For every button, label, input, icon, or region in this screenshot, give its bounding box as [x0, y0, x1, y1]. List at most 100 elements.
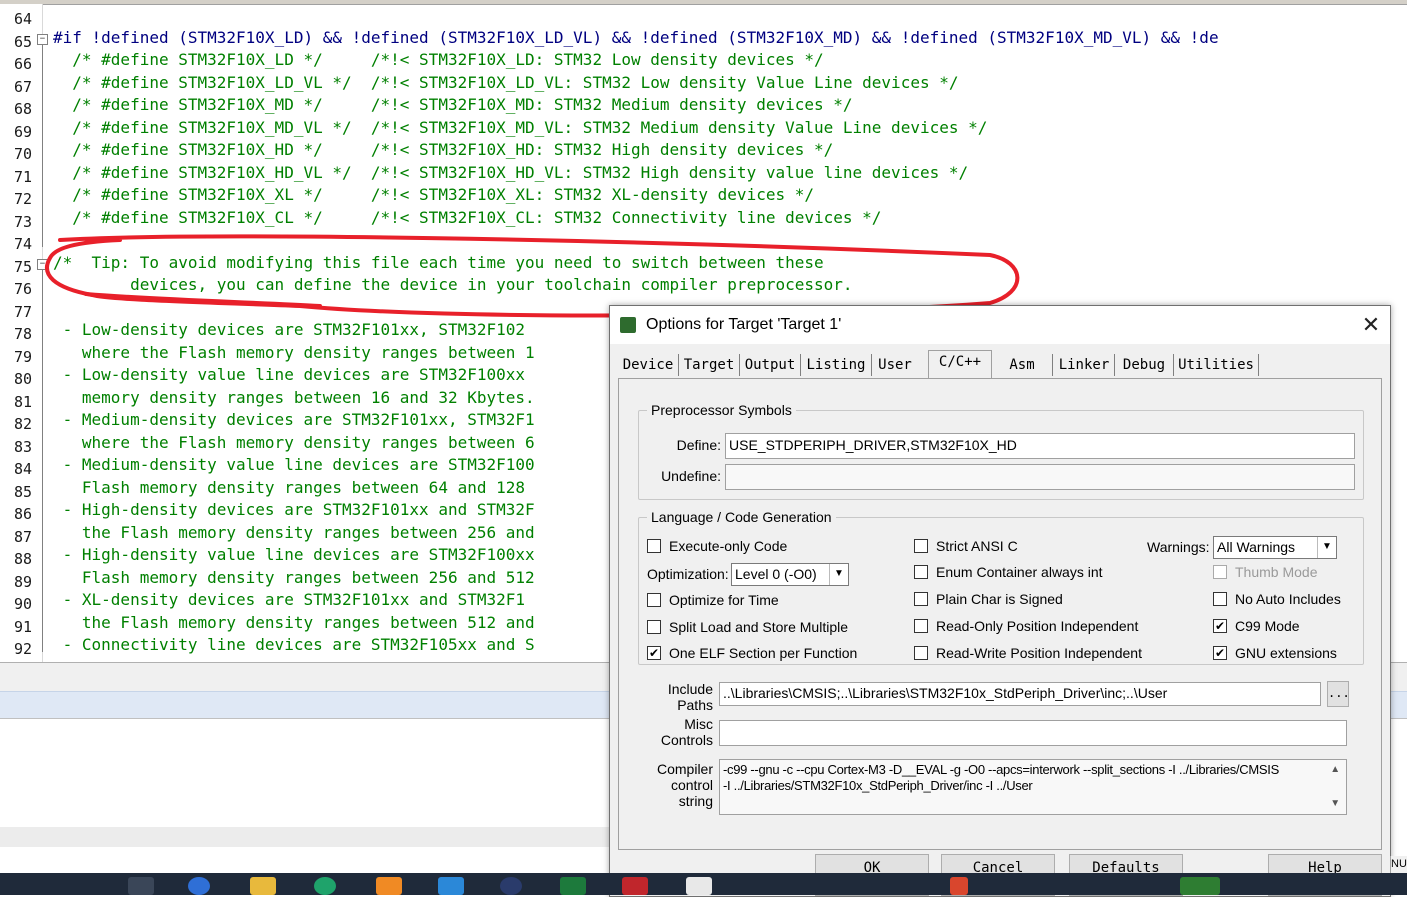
- line-number: 86: [13, 505, 32, 523]
- code-line[interactable]: the Flash memory density ranges between …: [53, 612, 535, 634]
- code-line[interactable]: - Medium-density value line devices are …: [53, 454, 535, 476]
- gnu-extensions-box[interactable]: ✔: [1213, 646, 1227, 660]
- plain-char-checkbox[interactable]: Plain Char is Signed: [914, 591, 1063, 607]
- app-red-icon[interactable]: [622, 877, 648, 895]
- code-line[interactable]: where the Flash memory density ranges be…: [53, 432, 535, 454]
- firefox-icon[interactable]: [376, 877, 402, 895]
- chevron-down-icon[interactable]: ▼: [829, 564, 848, 585]
- dialog-titlebar[interactable]: Options for Target 'Target 1' ✕: [610, 306, 1390, 344]
- tab-debug[interactable]: Debug: [1115, 354, 1174, 376]
- code-line[interactable]: Flash memory density ranges between 64 a…: [53, 477, 525, 499]
- control-label-line: control: [670, 777, 713, 793]
- thumb-mode-checkbox[interactable]: Thumb Mode: [1213, 564, 1317, 580]
- rw-position-box[interactable]: [914, 646, 928, 660]
- tab-target[interactable]: Target: [679, 354, 740, 376]
- one-elf-checkbox[interactable]: ✔ One ELF Section per Function: [647, 645, 857, 661]
- code-line[interactable]: /* Tip: To avoid modifying this file eac…: [53, 252, 824, 274]
- tab-listing[interactable]: Listing: [801, 354, 872, 376]
- execute-only-box[interactable]: [647, 539, 661, 553]
- tray-icon[interactable]: [950, 877, 968, 895]
- tab-utilities[interactable]: Utilities: [1174, 354, 1259, 376]
- edge-icon[interactable]: [314, 877, 336, 895]
- keil-icon[interactable]: [560, 877, 586, 895]
- code-line[interactable]: #if !defined (STM32F10X_LD) && !defined …: [53, 27, 1219, 49]
- code-line[interactable]: /* #define STM32F10X_MD */ /*!< STM32F10…: [53, 94, 852, 116]
- scroll-up-icon[interactable]: ▲: [1326, 762, 1344, 776]
- optimize-time-checkbox[interactable]: Optimize for Time: [647, 592, 779, 608]
- line-number: 78: [13, 325, 32, 343]
- undefine-input[interactable]: [725, 464, 1355, 490]
- fold-minus-icon[interactable]: −: [37, 258, 48, 270]
- c99-mode-checkbox[interactable]: ✔ C99 Mode: [1213, 618, 1300, 634]
- keil-app-icon: [620, 317, 636, 333]
- folder-icon[interactable]: [250, 877, 276, 895]
- gnu-extensions-checkbox[interactable]: ✔ GNU extensions: [1213, 645, 1337, 661]
- code-line[interactable]: - High-density devices are STM32F101xx a…: [53, 499, 535, 521]
- compiler-control-string[interactable]: -c99 --gnu -c --cpu Cortex-M3 -D__EVAL -…: [719, 759, 1347, 815]
- code-line[interactable]: /* #define STM32F10X_LD_VL */ /*!< STM32…: [53, 72, 958, 94]
- strict-ansi-box[interactable]: [914, 539, 928, 553]
- close-icon[interactable]: ✕: [1358, 312, 1384, 338]
- code-line[interactable]: - Low-density devices are STM32F101xx, S…: [53, 319, 525, 341]
- code-line[interactable]: /* #define STM32F10X_CL */ /*!< STM32F10…: [53, 207, 881, 229]
- line-number: 89: [13, 572, 32, 591]
- tab-output[interactable]: Output: [740, 354, 801, 376]
- code-line[interactable]: - High-density value line devices are ST…: [53, 544, 535, 566]
- no-auto-includes-checkbox[interactable]: No Auto Includes: [1213, 591, 1341, 607]
- notepad-icon[interactable]: [686, 877, 712, 895]
- code-line[interactable]: the Flash memory density ranges between …: [53, 522, 535, 544]
- code-line[interactable]: memory density ranges between 16 and 32 …: [53, 387, 535, 409]
- enum-container-box[interactable]: [914, 565, 928, 579]
- code-line[interactable]: /* #define STM32F10X_MD_VL */ /*!< STM32…: [53, 117, 987, 139]
- warnings-select[interactable]: All Warnings ▼: [1213, 536, 1337, 559]
- code-line[interactable]: /* #define STM32F10X_XL */ /*!< STM32F10…: [53, 184, 814, 206]
- code-line[interactable]: devices, you can define the device in yo…: [53, 274, 852, 296]
- code-line[interactable]: /* #define STM32F10X_HD */ /*!< STM32F10…: [53, 139, 833, 161]
- code-line[interactable]: /* #define STM32F10X_LD */ /*!< STM32F10…: [53, 49, 823, 71]
- tab-linker[interactable]: Linker: [1054, 354, 1115, 376]
- code-line[interactable]: - Connectivity line devices are STM32F10…: [53, 634, 535, 656]
- tab-user[interactable]: User: [872, 354, 918, 376]
- code-line[interactable]: /* #define STM32F10X_HD_VL */ /*!< STM32…: [53, 162, 968, 184]
- options-dialog[interactable]: Options for Target 'Target 1' ✕ Device T…: [609, 305, 1391, 897]
- c-cpp-tab-page: Preprocessor Symbols Define: USE_STDPERI…: [618, 378, 1382, 850]
- ro-position-checkbox[interactable]: Read-Only Position Independent: [914, 618, 1138, 634]
- optimization-select[interactable]: Level 0 (-O0) ▼: [731, 563, 849, 586]
- language-group-title: Language / Code Generation: [647, 509, 836, 525]
- ro-position-box[interactable]: [914, 619, 928, 633]
- battery-icon[interactable]: [1180, 877, 1220, 895]
- tab-c-cpp[interactable]: C/C++: [928, 350, 992, 379]
- strict-ansi-checkbox[interactable]: Strict ANSI C: [914, 538, 1018, 554]
- scroll-down-icon[interactable]: ▼: [1326, 796, 1344, 810]
- thumb-mode-box[interactable]: [1213, 565, 1227, 579]
- split-load-box[interactable]: [647, 620, 661, 634]
- no-auto-includes-box[interactable]: [1213, 592, 1227, 606]
- optimize-time-box[interactable]: [647, 593, 661, 607]
- app-icon[interactable]: [500, 877, 522, 895]
- tab-asm[interactable]: Asm: [992, 354, 1053, 376]
- c99-mode-box[interactable]: ✔: [1213, 619, 1227, 633]
- execute-only-checkbox[interactable]: Execute-only Code: [647, 538, 787, 554]
- code-line[interactable]: - Low-density value line devices are STM…: [53, 364, 525, 386]
- browser-icon[interactable]: [188, 877, 210, 895]
- fold-minus-icon[interactable]: −: [37, 33, 48, 45]
- chevron-down-icon[interactable]: ▼: [1317, 537, 1336, 558]
- misc-controls-input[interactable]: [719, 720, 1347, 746]
- taskview-icon[interactable]: [128, 877, 154, 895]
- code-line[interactable]: - Medium-density devices are STM32F101xx…: [53, 409, 535, 431]
- code-line[interactable]: where the Flash memory density ranges be…: [53, 342, 535, 364]
- enum-container-checkbox[interactable]: Enum Container always int: [914, 564, 1103, 580]
- define-input[interactable]: USE_STDPERIPH_DRIVER,STM32F10X_HD: [725, 433, 1355, 459]
- include-browse-button[interactable]: ...: [1327, 681, 1350, 707]
- rw-position-checkbox[interactable]: Read-Write Position Independent: [914, 645, 1142, 661]
- tab-device[interactable]: Device: [618, 354, 679, 376]
- code-line[interactable]: - XL-density devices are STM32F101xx and…: [53, 589, 525, 611]
- line-number: 65: [13, 32, 32, 51]
- include-paths-input[interactable]: ..\Libraries\CMSIS;..\Libraries\STM32F10…: [719, 682, 1321, 706]
- mail-icon[interactable]: [438, 877, 464, 895]
- paths-label-line: Paths: [677, 697, 713, 713]
- split-load-checkbox[interactable]: Split Load and Store Multiple: [647, 619, 848, 635]
- one-elf-box[interactable]: ✔: [647, 646, 661, 660]
- plain-char-box[interactable]: [914, 592, 928, 606]
- code-line[interactable]: Flash memory density ranges between 256 …: [53, 567, 535, 589]
